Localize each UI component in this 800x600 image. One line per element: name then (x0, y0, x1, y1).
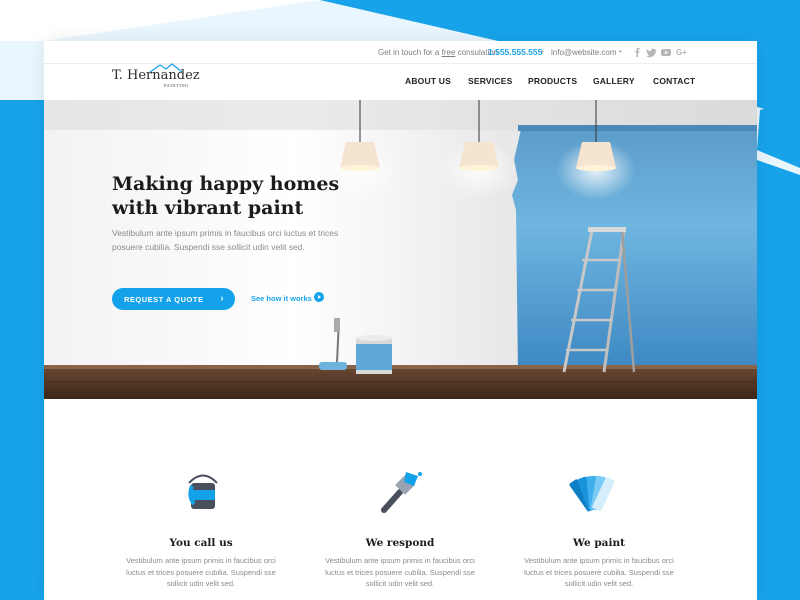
feature-text: Vestibulum ante ipsum primis in faucibus… (325, 556, 475, 588)
top-contact-bar: Get in touch for a free consulation 1.55… (44, 41, 757, 64)
feature-text: Vestibulum ante ipsum primis in faucibus… (524, 556, 674, 588)
consultation-text: Get in touch for a free consulation (378, 48, 498, 57)
nav-gallery[interactable]: GALLERY (593, 76, 635, 86)
google-plus-icon[interactable]: G+ (676, 46, 688, 58)
paint-brush-icon (381, 472, 422, 513)
phone-link[interactable]: 1.555.555.555 (488, 47, 542, 57)
request-quote-button[interactable]: REQUEST A QUOTE › (112, 288, 235, 310)
contact-free: free (441, 48, 456, 57)
twitter-icon[interactable] (645, 46, 657, 58)
nav-services[interactable]: SERVICES (468, 76, 512, 86)
youtube-icon[interactable] (660, 46, 672, 58)
nav-products[interactable]: PRODUCTS (528, 76, 577, 86)
nav-contact[interactable]: CONTACT (653, 76, 695, 86)
feature-title: We paint (573, 537, 625, 549)
paint-bucket (356, 335, 392, 374)
email-link[interactable]: info@website.com (551, 48, 616, 57)
feature-title: We respond (365, 537, 435, 549)
hero-subtitle: Vestibulum ante ipsum primis in faucibus… (112, 228, 339, 252)
nav-about-us[interactable]: ABOUT US (405, 76, 451, 86)
see-how-it-works-link[interactable]: See how it works (251, 294, 312, 303)
separator-dot: • (541, 47, 544, 56)
brand-subtitle: PAINTING (164, 83, 189, 88)
feature-title: You call us (169, 537, 233, 549)
hero-title: Making happy homes with vibrant paint (112, 173, 340, 219)
paint-can-icon (188, 474, 218, 509)
request-quote-label: REQUEST A QUOTE (124, 295, 204, 304)
play-icon[interactable] (314, 292, 324, 302)
color-swatch-icon (569, 475, 615, 512)
separator-dot: • (619, 47, 622, 56)
brand-name: T. Hernandez (112, 68, 200, 83)
website-window: Get in touch for a free consulation 1.55… (44, 41, 757, 600)
feature-text: Vestibulum ante ipsum primis in faucibus… (126, 556, 276, 588)
chevron-right-icon: › (220, 293, 224, 303)
contact-prefix: Get in touch for a (378, 48, 440, 57)
brand-logo[interactable]: T. Hernandez PAINTING (112, 63, 202, 93)
facebook-icon[interactable] (631, 46, 643, 58)
hero-section: Making happy homes with vibrant paint Ve… (44, 100, 757, 399)
svg-text:G+: G+ (676, 48, 687, 57)
